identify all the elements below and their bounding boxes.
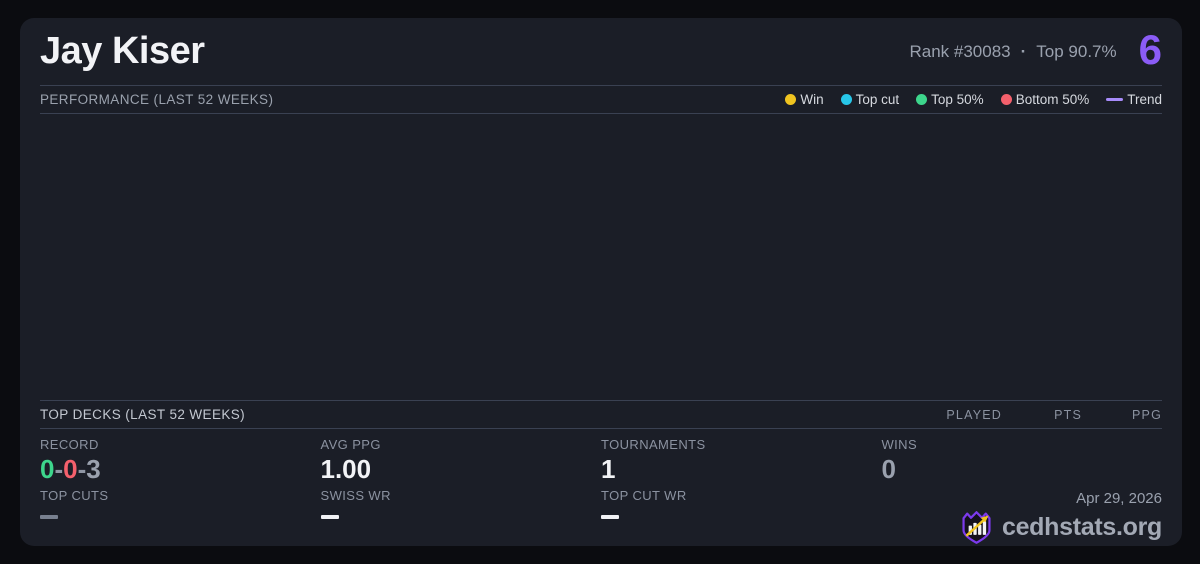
header-right: Rank #30083 · Top 90.7% 6 (909, 33, 1162, 71)
performance-section-header: PERFORMANCE (LAST 52 WEEKS) Win Top cut … (40, 86, 1162, 114)
record-label: RECORD (40, 437, 321, 452)
rank-text: Rank #30083 · Top 90.7% (909, 42, 1116, 62)
wins-column: WINS 0 Apr 29, 2026 (882, 437, 1163, 546)
top-percentile: Top 90.7% (1036, 42, 1116, 62)
tournaments-label: TOURNAMENTS (601, 437, 882, 452)
rank-number: Rank #30083 (909, 42, 1010, 62)
brand-name: cedhstats.org (1002, 513, 1162, 542)
trend-line-icon (1106, 98, 1123, 101)
cedhstats-shield-logo-icon (958, 509, 995, 546)
top-decks-section-header: TOP DECKS (LAST 52 WEEKS) PLAYED PTS PPG (40, 401, 1162, 429)
record-wins: 0 (40, 454, 54, 484)
avg-ppg-value: 1.00 (321, 454, 602, 484)
avg-ppg-label: AVG PPG (321, 437, 602, 452)
column-header-ppg: PPG (1082, 408, 1162, 422)
swiss-wr-label: SWISS WR (321, 488, 602, 503)
record-losses: 0 (63, 454, 77, 484)
player-name: Jay Kiser (40, 30, 205, 73)
top-cut-dot-icon (841, 94, 852, 105)
top-decks-column-headers: PLAYED PTS PPG (922, 408, 1162, 422)
column-header-pts: PTS (1002, 408, 1082, 422)
cedhstats-brand-link[interactable]: cedhstats.org (958, 509, 1162, 546)
record-value: 0-0-3 (40, 454, 321, 484)
rank-separator: · (1021, 42, 1027, 62)
legend-item-trend: Trend (1106, 92, 1162, 107)
chart-legend: Win Top cut Top 50% Bottom 50% Trend (785, 92, 1162, 107)
top-cuts-label: TOP CUTS (40, 488, 321, 503)
legend-item-win: Win (785, 92, 823, 107)
tournaments-column: TOURNAMENTS 1 TOP CUT WR (601, 437, 882, 546)
stats-summary: RECORD 0-0-3 TOP CUTS AVG PPG 1.00 SWISS… (40, 429, 1162, 546)
performance-chart (40, 114, 1162, 401)
top-50-dot-icon (916, 94, 927, 105)
column-header-played: PLAYED (922, 408, 1002, 422)
page-background: Jay Kiser Rank #30083 · Top 90.7% 6 PERF… (0, 0, 1200, 564)
legend-item-top-cut: Top cut (841, 92, 900, 107)
top-cut-wr-label: TOP CUT WR (601, 488, 882, 503)
wins-block: WINS 0 (882, 437, 1163, 488)
win-dot-icon (785, 94, 796, 105)
player-count-badge: 6 (1139, 29, 1162, 71)
card-header: Jay Kiser Rank #30083 · Top 90.7% 6 (40, 18, 1162, 86)
wins-label: WINS (882, 437, 918, 452)
footer-branding: Apr 29, 2026 cedhstats.org (958, 490, 1162, 546)
report-date: Apr 29, 2026 (1076, 490, 1162, 507)
performance-section-title: PERFORMANCE (LAST 52 WEEKS) (40, 92, 273, 107)
bottom-50-dot-icon (1001, 94, 1012, 105)
top-cuts-empty-value (40, 515, 58, 519)
tournaments-value: 1 (601, 454, 882, 484)
record-draws: 3 (86, 454, 100, 484)
top-decks-section-title: TOP DECKS (LAST 52 WEEKS) (40, 407, 245, 422)
top-cut-wr-empty-value (601, 515, 619, 519)
legend-item-bottom-50: Bottom 50% (1001, 92, 1090, 107)
legend-item-top-50: Top 50% (916, 92, 984, 107)
player-stats-card: Jay Kiser Rank #30083 · Top 90.7% 6 PERF… (20, 18, 1182, 546)
wins-value: 0 (882, 454, 896, 484)
swiss-wr-empty-value (321, 515, 339, 519)
record-column: RECORD 0-0-3 TOP CUTS (40, 437, 321, 546)
avg-ppg-column: AVG PPG 1.00 SWISS WR (321, 437, 602, 546)
